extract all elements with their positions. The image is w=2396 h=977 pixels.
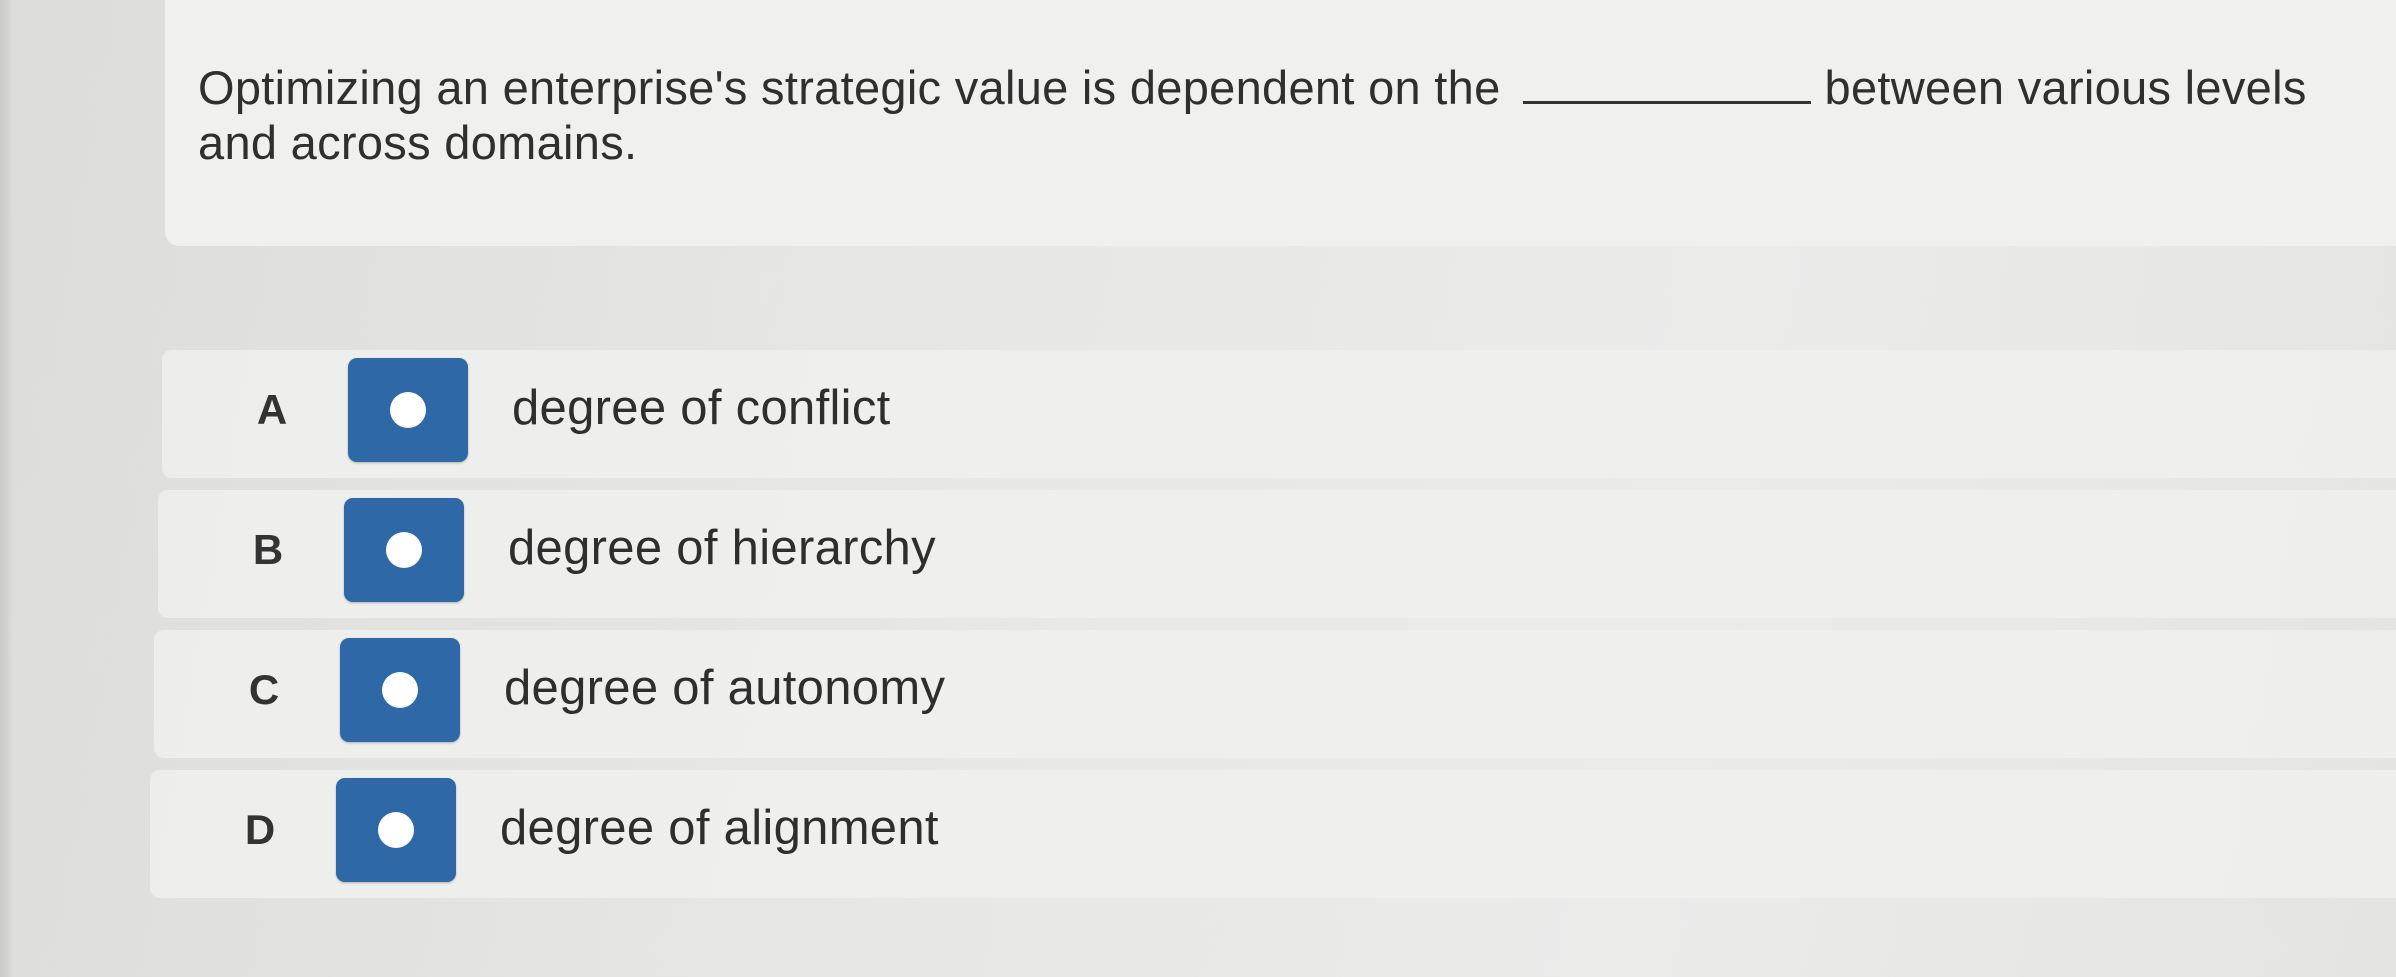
- window-edge: [0, 0, 14, 977]
- question-text-before: Optimizing an enterprise's strategic val…: [198, 61, 1501, 114]
- radio-dot-icon: [378, 812, 414, 848]
- option-letter: C: [248, 666, 280, 713]
- option-letter: A: [256, 386, 288, 433]
- radio-dot-icon: [390, 392, 426, 428]
- question-text: Optimizing an enterprise's strategic val…: [198, 60, 2368, 170]
- option-a-radio-button[interactable]: [348, 358, 468, 462]
- option-label[interactable]: degree of autonomy: [504, 660, 945, 716]
- answer-options: A degree of conflict B degree of hierarc…: [150, 350, 2396, 910]
- option-d[interactable]: D degree of alignment: [150, 770, 2396, 898]
- option-letter: B: [252, 526, 284, 573]
- radio-dot-icon: [382, 672, 418, 708]
- option-c-radio-button[interactable]: [340, 638, 460, 742]
- option-label[interactable]: degree of alignment: [500, 800, 939, 856]
- option-label[interactable]: degree of hierarchy: [508, 520, 936, 576]
- option-letter: D: [244, 806, 276, 853]
- answer-blank: [1522, 65, 1811, 104]
- option-c[interactable]: C degree of autonomy: [154, 630, 2396, 758]
- option-a[interactable]: A degree of conflict: [162, 350, 2396, 478]
- option-d-radio-button[interactable]: [336, 778, 456, 882]
- option-b-radio-button[interactable]: [344, 498, 464, 602]
- option-b[interactable]: B degree of hierarchy: [158, 490, 2396, 618]
- option-label[interactable]: degree of conflict: [512, 380, 891, 436]
- radio-dot-icon: [386, 532, 422, 568]
